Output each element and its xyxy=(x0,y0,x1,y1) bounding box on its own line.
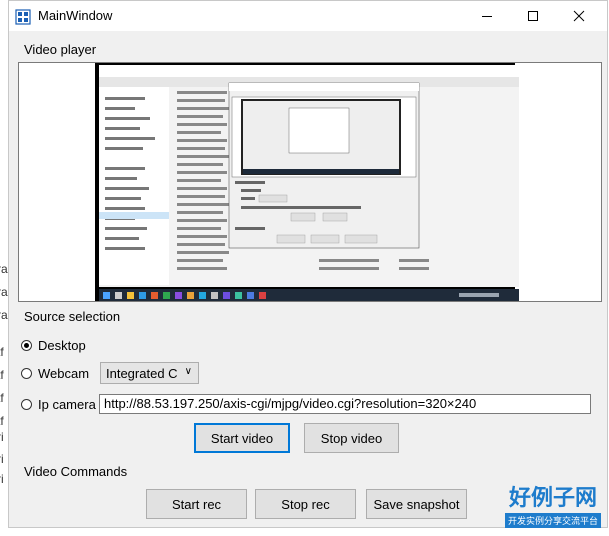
webcam-select-value: Integrated C xyxy=(106,365,178,381)
minimize-button[interactable] xyxy=(464,1,510,31)
webcam-select[interactable]: Integrated C ∨ xyxy=(100,362,199,384)
source-selection-label: Source selection xyxy=(24,309,121,324)
background-window-edge: ra ra ra tf tf tf tf ri ri ri xyxy=(0,0,8,536)
radio-indicator xyxy=(21,340,32,351)
window-title: MainWindow xyxy=(38,8,113,23)
radio-ip-camera-label: Ip camera xyxy=(38,397,96,412)
radio-desktop[interactable]: Desktop xyxy=(21,338,86,353)
watermark-title: 好例子网 xyxy=(508,486,597,511)
radio-desktop-label: Desktop xyxy=(38,338,86,353)
start-rec-button[interactable]: Start rec xyxy=(146,489,247,519)
start-video-button[interactable]: Start video xyxy=(194,423,290,453)
app-icon xyxy=(15,9,31,25)
title-bar[interactable]: MainWindow xyxy=(9,1,607,31)
desktop-capture-image xyxy=(19,63,601,301)
radio-ip-camera[interactable]: Ip camera xyxy=(21,397,96,412)
stop-video-button[interactable]: Stop video xyxy=(304,423,399,453)
watermark-subtitle: 开发实例分享交流平台 xyxy=(504,513,601,528)
stop-rec-button[interactable]: Stop rec xyxy=(255,489,356,519)
maximize-icon xyxy=(528,11,538,21)
ip-camera-url-input[interactable]: http://88.53.197.250/axis-cgi/mjpg/video… xyxy=(99,394,591,414)
radio-indicator xyxy=(21,368,32,379)
close-button[interactable] xyxy=(556,1,602,31)
radio-indicator xyxy=(21,399,32,410)
main-window: MainWindow Video player Source selection… xyxy=(8,0,608,528)
radio-webcam-label: Webcam xyxy=(38,366,90,381)
minimize-icon xyxy=(482,16,492,17)
watermark-logo: 好例子网 开发实例分享交流平台 xyxy=(504,486,601,528)
radio-webcam[interactable]: Webcam xyxy=(21,366,89,381)
video-player-label: Video player xyxy=(24,42,97,57)
chevron-down-icon: ∨ xyxy=(184,366,192,377)
video-commands-label: Video Commands xyxy=(24,464,128,479)
video-player[interactable] xyxy=(18,62,602,302)
close-icon xyxy=(573,10,585,22)
save-snapshot-button[interactable]: Save snapshot xyxy=(366,489,467,519)
maximize-button[interactable] xyxy=(510,1,556,31)
